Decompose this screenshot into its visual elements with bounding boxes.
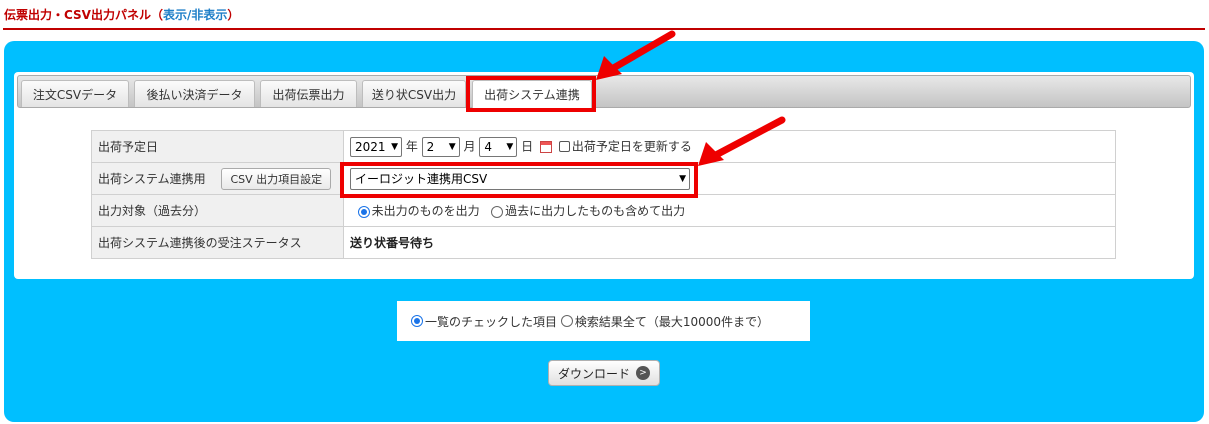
- download-label: ダウンロード: [557, 366, 630, 381]
- arrow-right-icon: >: [636, 366, 650, 380]
- tab-waybill-csv[interactable]: 送り状CSV出力: [362, 80, 466, 107]
- target-cell: 未出力のものを出力 過去に出力したものも含めて出力: [343, 194, 1116, 227]
- download-button[interactable]: ダウンロード >: [548, 360, 660, 386]
- update-date-checkbox[interactable]: [558, 141, 570, 152]
- ship-date-label: 出荷予定日: [91, 130, 344, 163]
- integration-label-cell: 出荷システム連携用 CSV 出力項目設定: [91, 162, 344, 195]
- annotation-arrow-icon: [596, 30, 676, 80]
- annotation-arrow-icon: [698, 116, 786, 166]
- target-radio-unexported[interactable]: [357, 205, 370, 218]
- calendar-icon[interactable]: [540, 140, 553, 153]
- scope-radio-checked-items[interactable]: [411, 315, 423, 327]
- status-label: 出荷システム連携後の受注ステータス: [91, 226, 344, 259]
- export-scope-box: 一覧のチェックした項目 検索結果全て（最大10000件まで）: [397, 301, 810, 341]
- status-value: 送り状番号待ち: [343, 226, 1116, 259]
- year-unit: 年: [405, 139, 418, 153]
- target-option-include-past: 過去に出力したものも含めて出力: [505, 204, 686, 218]
- target-row: 出力対象（過去分） 未出力のものを出力 過去に出力したものも含めて出力: [91, 194, 1116, 227]
- update-date-label: 出荷予定日を更新する: [571, 139, 692, 153]
- target-option-unexported: 未出力のものを出力: [371, 204, 480, 218]
- tab-shipping-slip[interactable]: 出荷伝票出力: [260, 80, 357, 107]
- toggle-visibility-link[interactable]: 表示/非表示: [163, 8, 227, 22]
- month-unit: 月: [463, 139, 476, 153]
- integration-label: 出荷システム連携用: [98, 171, 206, 186]
- target-label: 出力対象（過去分）: [91, 194, 344, 227]
- panel-title-close: ）: [227, 8, 240, 22]
- panel-title-text: 伝票出力・CSV出力パネル（: [4, 8, 163, 22]
- ship-date-row: 出荷予定日 2021 ▼ 年 2 ▼ 月 4 ▼ 日 出荷予定日を更新する: [91, 130, 1116, 163]
- scope-radio-all-results[interactable]: [560, 315, 573, 327]
- status-row: 出荷システム連携後の受注ステータス 送り状番号待ち: [91, 226, 1116, 259]
- chevron-down-icon: ▼: [506, 141, 514, 152]
- tab-order-csv[interactable]: 注文CSVデータ: [21, 80, 129, 107]
- scope-option-checked-items: 一覧のチェックした項目: [425, 314, 558, 329]
- tab-deferred-payment[interactable]: 後払い決済データ: [134, 80, 255, 107]
- panel-title: 伝票出力・CSV出力パネル（表示/非表示）: [4, 6, 239, 23]
- day-select[interactable]: 4 ▼: [479, 136, 518, 157]
- day-unit: 日: [521, 139, 534, 153]
- target-radio-include-past[interactable]: [491, 205, 504, 218]
- scope-option-all-results: 検索結果全て（最大10000件まで）: [574, 314, 770, 329]
- year-select[interactable]: 2021 ▼: [350, 136, 402, 157]
- chevron-down-icon: ▼: [448, 141, 456, 152]
- tab-highlight-box: [466, 76, 596, 112]
- csv-settings-button[interactable]: CSV 出力項目設定: [221, 167, 332, 190]
- chevron-down-icon: ▼: [391, 141, 398, 152]
- month-select[interactable]: 2 ▼: [421, 136, 460, 157]
- select-highlight-box: [340, 162, 698, 198]
